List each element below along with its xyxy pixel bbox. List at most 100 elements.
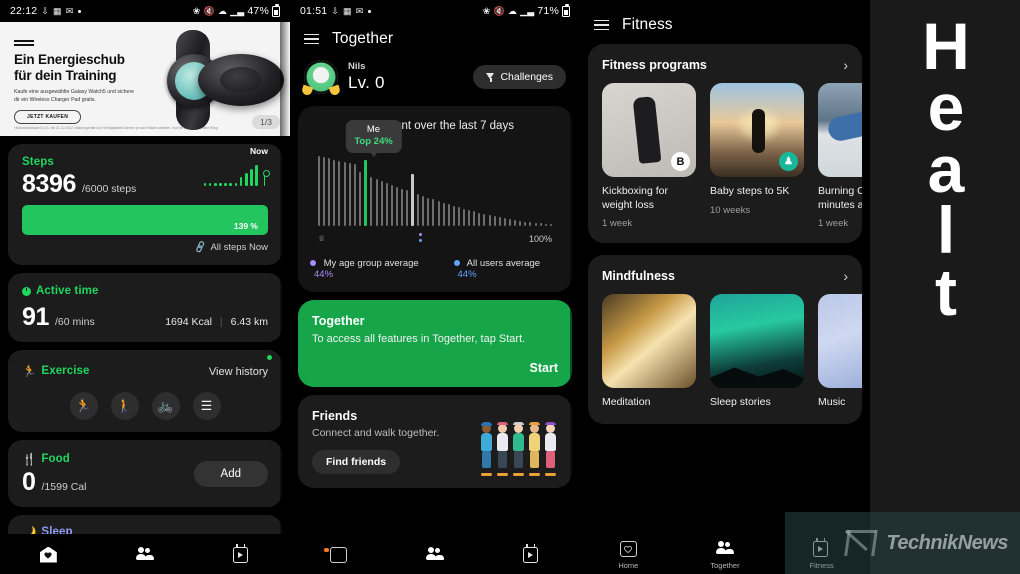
program-thumbnail: B xyxy=(602,83,696,177)
program-thumbnail xyxy=(818,83,862,177)
distance-value: 6.43 km xyxy=(230,316,268,328)
chart-bars xyxy=(318,154,552,226)
status-bar-2-left: 01:51 ⇩ ▦ ✉ xyxy=(300,5,371,17)
menu-icon[interactable] xyxy=(304,33,319,45)
chevron-right-icon-2[interactable]: › xyxy=(843,269,848,283)
program-tile[interactable]: B Kickboxing for weight loss 1 week xyxy=(602,83,696,229)
exercise-card[interactable]: 🏃 Exercise View history 🏃 🚶 🚲 ☰ xyxy=(8,350,282,432)
profile-row[interactable]: Nils Lv. 0 Challenges xyxy=(290,58,580,106)
mindfulness-name: Music xyxy=(818,396,846,409)
profile-text: Nils Lv. 0 xyxy=(348,61,385,93)
vertical-title-letter: t xyxy=(935,254,957,329)
program-duration: 1 week xyxy=(818,218,849,230)
active-time-stats: 1694 Kcal | 6.43 km xyxy=(165,316,268,328)
battery-icon xyxy=(272,4,280,17)
walking-icon-button[interactable]: 🚶 xyxy=(110,392,139,420)
tooltip-rank: Top 24% xyxy=(354,135,393,147)
vertical-title-letter: H xyxy=(922,9,970,83)
clock-icon xyxy=(22,286,31,296)
exercise-header: 🏃 Exercise View history xyxy=(22,355,272,380)
mindfulness-tile[interactable]: Music xyxy=(818,294,862,410)
vertical-title: Healt xyxy=(870,9,1020,329)
nav-label-home: Home xyxy=(618,560,639,570)
food-card[interactable]: 🍴 Food 0 /1599 Cal Add xyxy=(8,440,282,507)
screenshot-stage: 22:12 ⇩ ▦ ✉ ❀ 🔇 ☁ ▁▃ 47% Ein Energieschu… xyxy=(0,0,1020,574)
challenges-button[interactable]: Challenges xyxy=(473,65,566,89)
food-values: 0 /1599 Cal xyxy=(22,470,86,495)
fitness-programs-heading: Fitness programs xyxy=(602,58,707,72)
nav-item-home[interactable] xyxy=(13,546,83,564)
friend-figure xyxy=(543,422,558,476)
status-bar-left: 22:12 ⇩ ▦ ✉ xyxy=(10,5,81,17)
funnel-icon xyxy=(486,72,495,82)
steps-card-top: Steps 8396 /6000 steps Now xyxy=(22,146,270,198)
steps-goal: /6000 steps xyxy=(82,183,137,195)
program-badge: ♟ xyxy=(779,152,798,171)
nav-item-together-2[interactable] xyxy=(400,546,470,564)
nav-item-home-2[interactable] xyxy=(303,546,373,564)
friends-illustration xyxy=(479,418,558,476)
all-steps-link[interactable]: 🔗 All steps Now xyxy=(22,240,268,253)
chat-icon: ✉ xyxy=(65,5,74,16)
fitness-calendar-icon xyxy=(233,544,250,564)
steps-value: 8396 xyxy=(22,170,77,198)
phone-panel-fitness: Fitness Fitness programs › B Kickboxing … xyxy=(580,0,870,574)
avatar[interactable] xyxy=(300,60,342,97)
stat-separator: | xyxy=(219,316,223,328)
add-food-button[interactable]: Add xyxy=(193,460,268,487)
promo-cta-button[interactable]: JETZT KAUFEN xyxy=(14,110,82,124)
steps-title: Steps xyxy=(22,156,54,168)
steps-progress-bar: 139 % xyxy=(22,205,268,235)
mindfulness-tile[interactable]: Sleep stories xyxy=(710,294,804,410)
nav-item-fitness[interactable] xyxy=(207,544,277,564)
legend-value-all-users: 44% xyxy=(457,269,477,280)
nav-item-home-3[interactable]: Home xyxy=(593,540,663,570)
mute-icon: 🔇 xyxy=(203,5,215,16)
friend-figure xyxy=(479,422,494,476)
fitness-title: Fitness xyxy=(622,16,673,33)
mindfulness-thumbnail xyxy=(602,294,696,389)
bottom-nav-home xyxy=(0,534,290,574)
active-time-goal: /60 mins xyxy=(55,316,95,328)
steps-sparkline: Now xyxy=(194,146,270,186)
calories-value: 1694 Kcal xyxy=(165,316,212,328)
promo-headline-line1: Ein Energieschub xyxy=(14,52,125,67)
vertical-title-letter: l xyxy=(936,193,955,268)
food-title-row: 🍴 Food xyxy=(22,452,86,466)
chevron-right-icon[interactable]: › xyxy=(843,58,848,72)
status-time-2: 01:51 xyxy=(300,5,328,17)
find-friends-button[interactable]: Find friends xyxy=(312,450,401,474)
image-icon-2: ▦ xyxy=(343,5,352,16)
nav-label-together: Together xyxy=(710,560,740,570)
bluetooth-icon: ❀ xyxy=(192,5,201,16)
mindfulness-thumbnail xyxy=(710,294,804,389)
cycling-icon-button[interactable]: 🚲 xyxy=(151,392,180,420)
fitness-programs-header[interactable]: Fitness programs › xyxy=(602,58,862,72)
food-row: 🍴 Food 0 /1599 Cal Add xyxy=(22,452,268,495)
program-tile[interactable]: ♟ Baby steps to 5K 10 weeks xyxy=(710,83,804,229)
active-time-card[interactable]: Active time 91 /60 mins 1694 Kcal | 6.43… xyxy=(8,273,282,342)
food-left: 🍴 Food 0 /1599 Cal xyxy=(22,452,86,495)
steps-card[interactable]: Steps 8396 /6000 steps Now 139 % 🔗 All s… xyxy=(8,144,282,265)
profile-name: Nils xyxy=(348,61,366,72)
status-bar-right: ❀ 🔇 ☁ ▁▃ 47% xyxy=(192,4,280,17)
home-heart-icon-3 xyxy=(619,540,637,558)
profile-level: Lv. 0 xyxy=(348,73,385,92)
nav-item-together-3[interactable]: Together xyxy=(690,540,760,570)
view-history-button[interactable]: View history xyxy=(209,366,268,378)
menu-icon-3[interactable] xyxy=(594,19,609,31)
running-icon-button[interactable]: 🏃 xyxy=(69,392,98,420)
signal-icon: ▁▃ xyxy=(230,5,245,16)
phone-panel-together: 01:51 ⇩ ▦ ✉ ❀ 🔇 ☁ ▁▃ 71% Together Nils L… xyxy=(290,0,580,574)
mindfulness-tile[interactable]: Meditation xyxy=(602,294,696,410)
promo-banner[interactable]: Ein Energieschub für dein Training Kaufe… xyxy=(0,22,290,136)
list-icon-button[interactable]: ☰ xyxy=(192,392,221,420)
together-promo-card[interactable]: Together To access all features in Toget… xyxy=(298,300,572,387)
program-tile[interactable]: Burning Calor 20 minutes a 1 week xyxy=(818,83,862,229)
friend-figure xyxy=(495,422,510,476)
together-start-button[interactable]: Start xyxy=(312,361,558,375)
nav-item-together[interactable] xyxy=(110,546,180,564)
nav-item-fitness-2[interactable] xyxy=(497,544,567,564)
friends-card[interactable]: Friends Connect and walk together. Find … xyxy=(298,395,572,488)
mindfulness-header[interactable]: Mindfulness › xyxy=(602,269,862,283)
